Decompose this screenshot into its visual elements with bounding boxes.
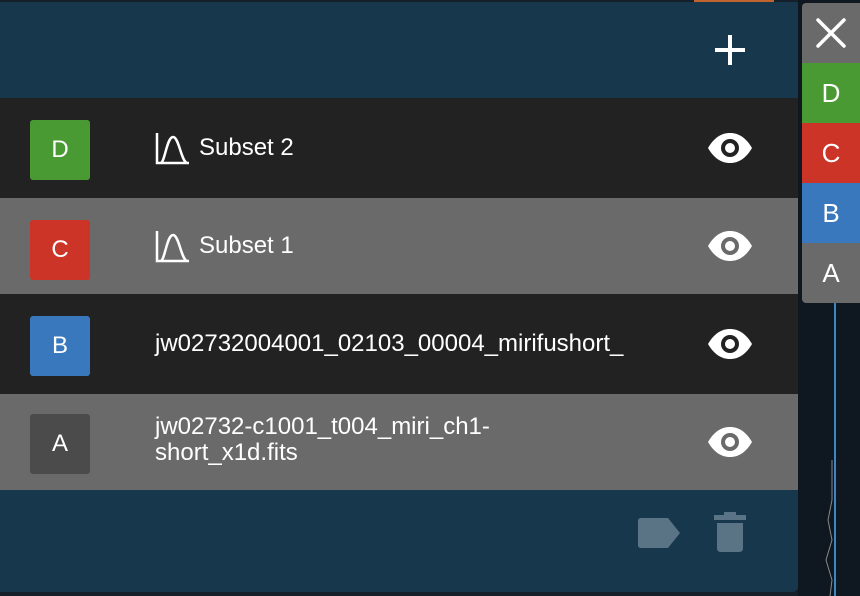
close-button[interactable]: [802, 3, 860, 63]
mini-layer-a[interactable]: A: [802, 243, 860, 303]
layer-label: Subset 1: [155, 229, 294, 263]
panel-header: [0, 2, 798, 98]
trash-icon: [714, 512, 746, 552]
spectral-subset-icon: [155, 133, 189, 165]
layer-row-c[interactable]: C Subset 1: [0, 198, 798, 294]
visibility-toggle[interactable]: [706, 320, 754, 368]
visibility-toggle[interactable]: [706, 124, 754, 172]
mini-layer-d[interactable]: D: [802, 63, 860, 123]
layer-row-b[interactable]: B jw02732004001_02103_00004_mirifushort_: [0, 294, 798, 394]
layer-row-a[interactable]: A jw02732-c1001_t004_miri_ch1- short_x1d…: [0, 394, 798, 490]
layer-name: Subset 2: [199, 134, 294, 161]
layer-badge: A: [30, 414, 90, 474]
eye-icon: [708, 133, 752, 163]
mini-layer-b[interactable]: B: [802, 183, 860, 243]
layer-badge: B: [30, 316, 90, 376]
layer-row-d[interactable]: D Subset 2: [0, 98, 798, 198]
layer-mini-column: D C B A: [802, 3, 860, 303]
layer-label: jw02732-c1001_t004_miri_ch1- short_x1d.f…: [155, 414, 490, 466]
layer-label: Subset 2: [155, 131, 294, 165]
layer-badge: D: [30, 120, 90, 180]
layer-name-line2: short_x1d.fits: [155, 439, 298, 466]
eye-icon: [708, 329, 752, 359]
background-spectrum-line: [834, 300, 836, 596]
mini-layer-c[interactable]: C: [802, 123, 860, 183]
background-spectrum-trace: [825, 460, 833, 596]
tag-button[interactable]: [638, 518, 680, 548]
panel-footer: [0, 492, 798, 592]
eye-icon: [708, 427, 752, 457]
layer-name-line1: jw02732-c1001_t004_miri_ch1-: [155, 413, 490, 440]
visibility-toggle[interactable]: [706, 222, 754, 270]
layer-label: jw02732004001_02103_00004_mirifushort_: [155, 331, 623, 357]
plus-icon: [715, 35, 745, 65]
layer-badge: C: [30, 220, 90, 280]
tag-icon: [638, 518, 680, 548]
delete-button[interactable]: [714, 512, 746, 552]
close-icon: [816, 18, 846, 48]
layer-name: Subset 1: [199, 232, 294, 259]
layer-name: jw02732004001_02103_00004_mirifushort_: [155, 330, 624, 357]
layer-list: D Subset 2 C Subset 1 B jw02732004001_02…: [0, 98, 798, 490]
eye-icon: [708, 231, 752, 261]
spectral-subset-icon: [155, 231, 189, 263]
add-layer-button[interactable]: [706, 26, 754, 74]
layer-panel: D Subset 2 C Subset 1 B jw02732004001_02…: [0, 2, 798, 592]
visibility-toggle[interactable]: [706, 418, 754, 466]
